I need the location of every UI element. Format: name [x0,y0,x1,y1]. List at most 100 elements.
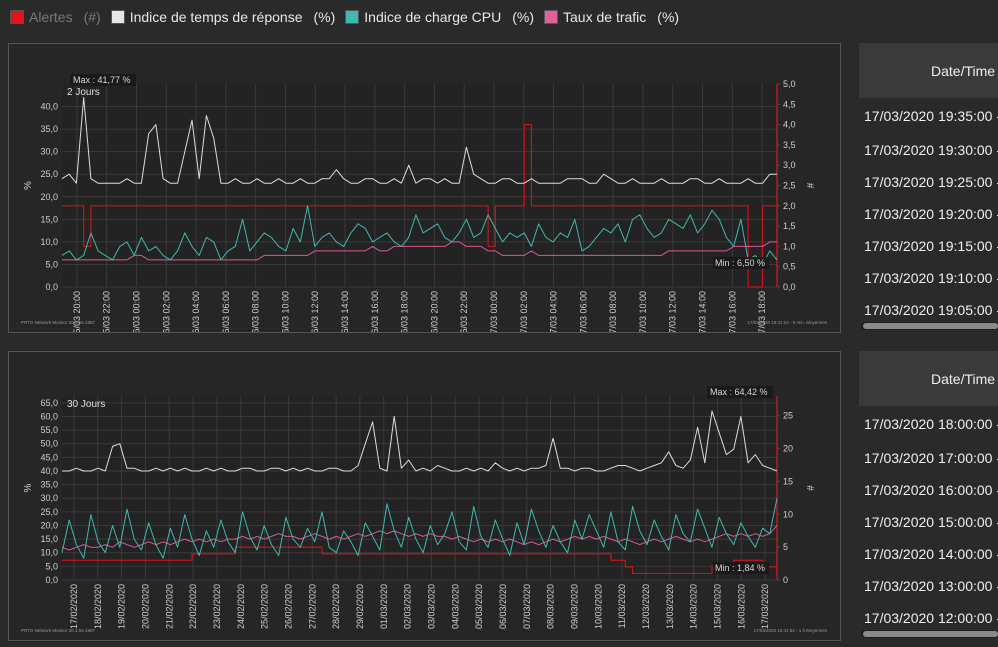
x-tick-label: 27/02/2020 [307,584,317,629]
x-tick-label: 16/03/2020 [736,584,746,629]
legend-label-cpu: Indice de charge CPU [364,9,502,25]
chart-panel-30-days: 0,0 5,0 10,0 15,0 20,0 25,0 30,0 35,0 40,0 45,0 50… [8,351,841,641]
x-tick-label: 17/03 10:00 [638,291,648,332]
y-tick-label: 35,0 [40,124,58,134]
y-tick-label: 40,0 [40,102,58,112]
y-right-tick-label: 2,0 [783,201,796,211]
x-tick-label: 17/03 14:00 [698,291,708,332]
y-right-tick-label: 2,5 [783,181,796,191]
x-tick-label: 09/03/2020 [569,584,579,629]
table-header-datetime[interactable]: Date/Time [859,43,998,98]
x-tick-label: 16/03 20:00 [429,291,439,332]
table-row[interactable]: 17/03/2020 13:00:00 - [859,570,998,602]
y-tick-label: 30,0 [40,493,58,503]
scrollbar-thumb[interactable] [863,323,998,329]
footer-right: 17/03/2020 19:41:52 - 5 min. Moyennes [747,320,827,325]
legend-unit-alerts: (#) [83,9,101,25]
x-tick-label: 17/02/2020 [69,584,79,629]
y-tick-label: 40,0 [40,466,58,476]
table-row[interactable]: 17/03/2020 15:00:00 - [859,506,998,538]
x-tick-label: 20/02/2020 [140,584,150,629]
x-tick-label: 03/03/2020 [426,584,436,629]
max-label: Max : 64,42 % [710,387,768,397]
x-tick-label: 16/03 16:00 [370,291,380,332]
y-right-tick-label: 0 [783,575,788,585]
y-tick-label: 0,0 [45,282,58,292]
table-row[interactable]: 17/03/2020 19:25:00 - [859,166,998,198]
table-row[interactable]: 17/03/2020 19:35:00 - [859,98,998,134]
x-tick-label: 16/03 06:00 [221,291,231,332]
x-tick-label: 26/02/2020 [283,584,293,629]
table-row[interactable]: 17/03/2020 16:00:00 - [859,474,998,506]
legend-item-traffic[interactable]: Taux de trafic (%) [544,9,679,25]
legend-item-response-time[interactable]: Indice de temps de réponse (%) [110,9,335,25]
legend-swatch-response-time [110,10,125,24]
x-tick-label: 15/03 22:00 [102,291,112,332]
chart-30-days: 0,05,010,015,020,025,030,035,040,045,050… [21,386,828,633]
x-tick-label: 16/03 04:00 [191,291,201,332]
legend-label-alerts: Alertes [29,9,73,25]
y-right-tick-label: 20 [783,444,793,454]
legend-label-traffic: Taux de trafic [563,9,647,25]
y-right-axis-label: # [804,485,815,491]
x-tick-label: 16/03 14:00 [340,291,350,332]
y-tick-label: 5,0 [45,561,58,571]
x-tick-label: 15/03/2020 [712,584,722,629]
legend-item-alerts[interactable]: Alertes (#) [10,9,101,25]
y-right-tick-label: 5 [783,542,788,552]
horizontal-scrollbar[interactable] [861,322,998,330]
x-tick-label: 19/02/2020 [117,584,127,629]
y-tick-label: 20,0 [40,520,58,530]
y-tick-label: 0,0 [45,575,58,585]
min-label: Min : 1,84 % [715,563,765,573]
x-tick-label: 17/03/2020 [760,584,770,629]
x-tick-label: 16/03 12:00 [310,291,320,332]
table-row[interactable]: 17/03/2020 14:00:00 - [859,538,998,570]
table-header-datetime[interactable]: Date/Time [859,351,998,406]
table-row[interactable]: 17/03/2020 19:15:00 - [859,230,998,262]
x-tick-label: 04/03/2020 [450,584,460,629]
max-label: Max : 41,77 % [73,75,131,85]
x-tick-label: 29/02/2020 [355,584,365,629]
x-tick-label: 13/03/2020 [665,584,675,629]
x-tick-label: 17/03 08:00 [608,291,618,332]
min-label: Min : 6,50 % [715,258,765,268]
y-right-tick-label: 15 [783,476,793,486]
y-tick-label: 10,0 [40,237,58,247]
x-tick-label: 16/03 00:00 [131,291,141,332]
x-tick-label: 16/03 22:00 [459,291,469,332]
horizontal-scrollbar[interactable] [861,630,998,638]
x-tick-label: 17/03 16:00 [727,291,737,332]
y-tick-label: 50,0 [40,439,58,449]
data-table-30-days: Date/Time 17/03/2020 18:00:00 - 17/03/20… [859,351,998,641]
x-tick-label: 22/02/2020 [188,584,198,629]
table-row[interactable]: 17/03/2020 18:00:00 - [859,406,998,442]
y-tick-label: 10,0 [40,548,58,558]
y-tick-label: 15,0 [40,534,58,544]
chart-panel-2-days: 0,0 5,0 10,0 15,0 20,0 25,0 30,0 35,0 40,0 0,0 0,5… [8,43,841,333]
legend-item-cpu[interactable]: Indice de charge CPU (%) [345,9,534,25]
x-tick-label: 06/03/2020 [498,584,508,629]
x-tick-label: 17/03 04:00 [549,291,559,332]
table-row[interactable]: 17/03/2020 19:30:00 - [859,134,998,166]
x-tick-label: 02/03/2020 [403,584,413,629]
y-right-tick-label: 5,0 [783,79,796,89]
x-tick-label: 21/02/2020 [164,584,174,629]
x-tick-label: 24/02/2020 [236,584,246,629]
table-row[interactable]: 17/03/2020 19:10:00 - [859,262,998,294]
x-tick-label: 25/02/2020 [260,584,270,629]
x-tick-label: 12/03/2020 [641,584,651,629]
legend-unit-cpu: (%) [512,9,535,25]
y-tick-label: 30,0 [40,147,58,157]
scrollbar-thumb[interactable] [863,631,998,637]
y-right-tick-label: 25 [783,411,793,421]
x-tick-label: 16/03 18:00 [400,291,410,332]
y-tick-label: 35,0 [40,480,58,490]
table-row[interactable]: 17/03/2020 17:00:00 - [859,442,998,474]
data-table-2-days: Date/Time 17/03/2020 19:35:00 - 17/03/20… [859,43,998,333]
chart-2-days: 0,0 5,0 10,0 15,0 20,0 25,0 30,0 35,0 40,0 0,0 0,5… [21,74,828,332]
table-row[interactable]: 17/03/2020 19:20:00 - [859,198,998,230]
footer-left: PRTG Network Monitor 20.1.56.1987 [21,628,95,633]
y-tick-label: 20,0 [40,192,58,202]
y-right-tick-label: 3,5 [783,140,796,150]
